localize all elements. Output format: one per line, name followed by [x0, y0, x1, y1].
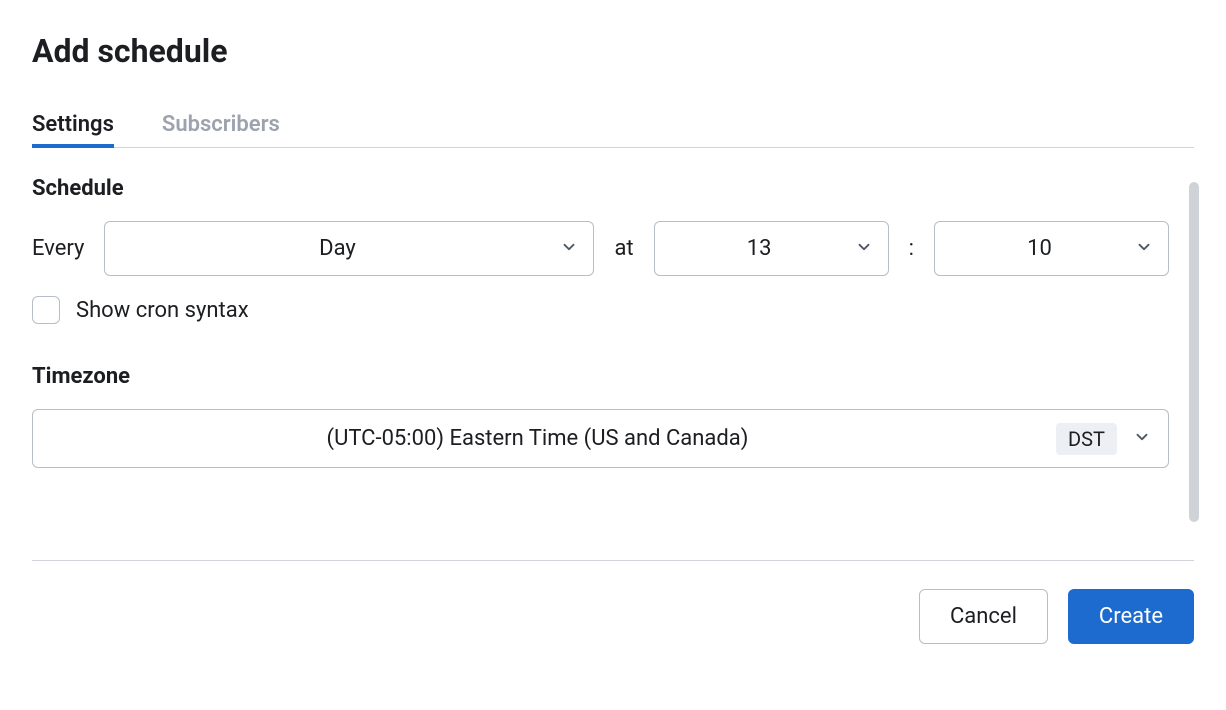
- dst-badge: DST: [1056, 423, 1117, 455]
- schedule-row: Every Day at 13 : 10: [32, 221, 1169, 276]
- hour-select[interactable]: 13: [654, 221, 889, 276]
- tab-subscribers[interactable]: Subscribers: [162, 102, 280, 147]
- timezone-section-label: Timezone: [32, 364, 1169, 389]
- settings-panel: Schedule Every Day at 13 : 10: [32, 176, 1185, 532]
- create-button[interactable]: Create: [1068, 589, 1194, 644]
- every-label: Every: [32, 236, 84, 261]
- period-select[interactable]: Day: [104, 221, 594, 276]
- scrollbar[interactable]: [1185, 182, 1199, 532]
- show-cron-checkbox[interactable]: [32, 296, 60, 324]
- at-label: at: [614, 236, 633, 261]
- time-colon: :: [909, 236, 914, 261]
- show-cron-label: Show cron syntax: [76, 298, 249, 323]
- page-title: Add schedule: [32, 32, 1194, 70]
- hour-select-wrap: 13: [654, 221, 889, 276]
- footer-separator: [32, 560, 1194, 561]
- period-select-wrap: Day: [104, 221, 594, 276]
- timezone-select-wrap: (UTC-05:00) Eastern Time (US and Canada)…: [32, 409, 1169, 468]
- scrollbar-thumb[interactable]: [1189, 182, 1199, 522]
- schedule-section-label: Schedule: [32, 176, 1169, 201]
- cancel-button[interactable]: Cancel: [919, 589, 1048, 644]
- tab-settings[interactable]: Settings: [32, 102, 114, 147]
- minute-select-wrap: 10: [934, 221, 1169, 276]
- timezone-select[interactable]: (UTC-05:00) Eastern Time (US and Canada): [32, 409, 1169, 468]
- tabs-bar: Settings Subscribers: [32, 102, 1194, 148]
- footer-actions: Cancel Create: [32, 589, 1194, 644]
- cron-checkbox-row: Show cron syntax: [32, 296, 1169, 324]
- minute-select[interactable]: 10: [934, 221, 1169, 276]
